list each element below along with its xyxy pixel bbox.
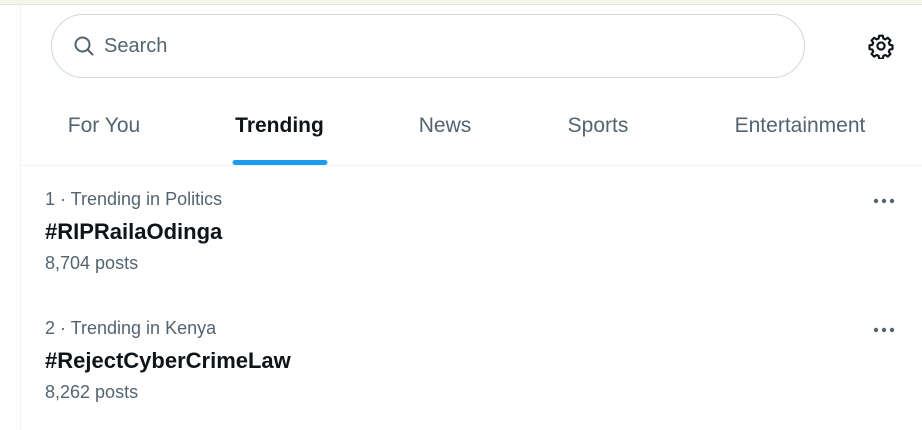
active-tab-indicator — [232, 160, 327, 165]
more-horizontal-icon — [872, 197, 896, 205]
tab-label: Entertainment — [734, 113, 866, 137]
tab-entertainment[interactable]: Entertainment — [678, 86, 922, 165]
trend-item[interactable]: 1 · Trending in Politics #RIPRailaOdinga… — [21, 167, 922, 295]
tab-sports[interactable]: Sports — [518, 86, 678, 165]
trend-more-button[interactable] — [868, 189, 900, 213]
trend-post-count: 8,262 posts — [45, 382, 139, 402]
trend-title[interactable]: #RejectCyberCrimeLaw — [45, 348, 291, 374]
tab-trending[interactable]: Trending — [187, 86, 372, 165]
tab-for-you[interactable]: For You — [21, 86, 187, 165]
top-strip — [0, 0, 922, 5]
tab-label: News — [418, 113, 472, 137]
trend-title[interactable]: #RIPRailaOdinga — [45, 219, 222, 245]
trend-post-count: 8,704 posts — [45, 253, 139, 273]
trend-more-button[interactable] — [868, 318, 900, 342]
search-input[interactable] — [104, 34, 704, 58]
gear-icon — [868, 33, 894, 59]
tab-news[interactable]: News — [372, 86, 518, 165]
trend-meta: 2 · Trending in Kenya — [45, 318, 217, 338]
tab-label: Sports — [567, 113, 629, 137]
tab-label: Trending — [235, 113, 324, 137]
search-box[interactable] — [51, 14, 805, 78]
tab-bar: For You Trending News Sports Entertainme… — [21, 86, 922, 166]
trend-item[interactable]: 2 · Trending in Kenya #RejectCyberCrimeL… — [21, 296, 922, 424]
search-icon — [72, 34, 96, 58]
settings-button[interactable] — [865, 30, 897, 62]
more-horizontal-icon — [872, 326, 896, 334]
tab-label: For You — [67, 113, 141, 137]
trend-meta: 1 · Trending in Politics — [45, 189, 223, 209]
